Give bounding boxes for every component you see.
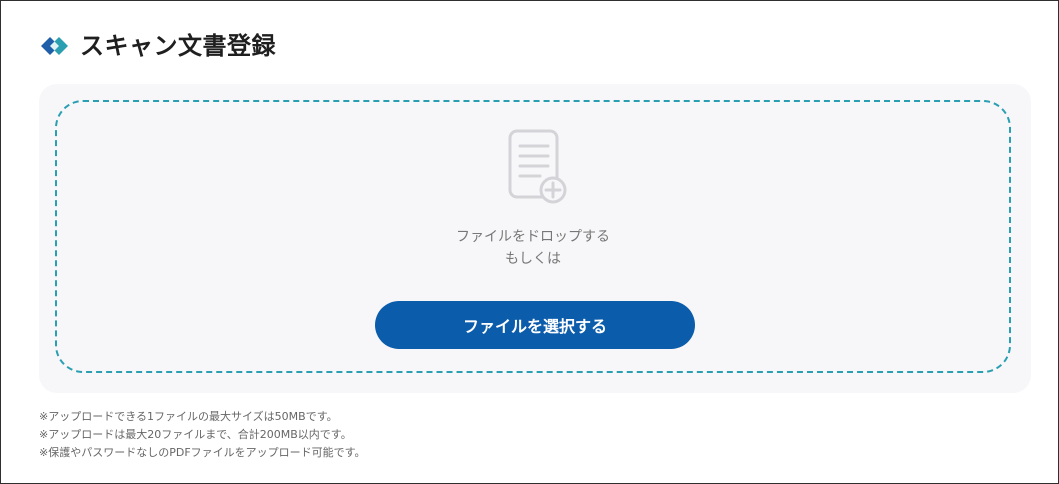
page-title: スキャン文書登録 bbox=[80, 32, 276, 60]
document-add-icon bbox=[508, 129, 567, 204]
app-window: スキャン文書登録 ファイルをドロップする もしくは ファイルを選択する ※アップ… bbox=[0, 0, 1059, 484]
upload-note-pdf-restriction: ※保護やパスワードなしのPDFファイルをアップロード可能です。 bbox=[39, 446, 366, 459]
page-header: スキャン文書登録 bbox=[38, 29, 276, 63]
select-file-button[interactable]: ファイルを選択する bbox=[375, 301, 695, 349]
upload-panel: ファイルをドロップする もしくは ファイルを選択する bbox=[39, 84, 1031, 393]
upload-note-file-count-limit: ※アップロードは最大20ファイルまで、合計200MB以内です。 bbox=[39, 428, 352, 441]
upload-notes: ※アップロードできる1ファイルの最大サイズは50MBです。 ※アップロードは最大… bbox=[39, 408, 366, 462]
drop-instruction-line1: ファイルをドロップする bbox=[456, 229, 610, 245]
file-dropzone[interactable]: ファイルをドロップする もしくは ファイルを選択する bbox=[55, 100, 1011, 373]
drop-instructions: ファイルをドロップする もしくは bbox=[57, 226, 1009, 270]
document-logo-icon bbox=[41, 37, 68, 55]
upload-note-size-limit: ※アップロードできる1ファイルの最大サイズは50MBです。 bbox=[39, 410, 338, 423]
drop-instruction-line2: もしくは bbox=[505, 251, 561, 267]
